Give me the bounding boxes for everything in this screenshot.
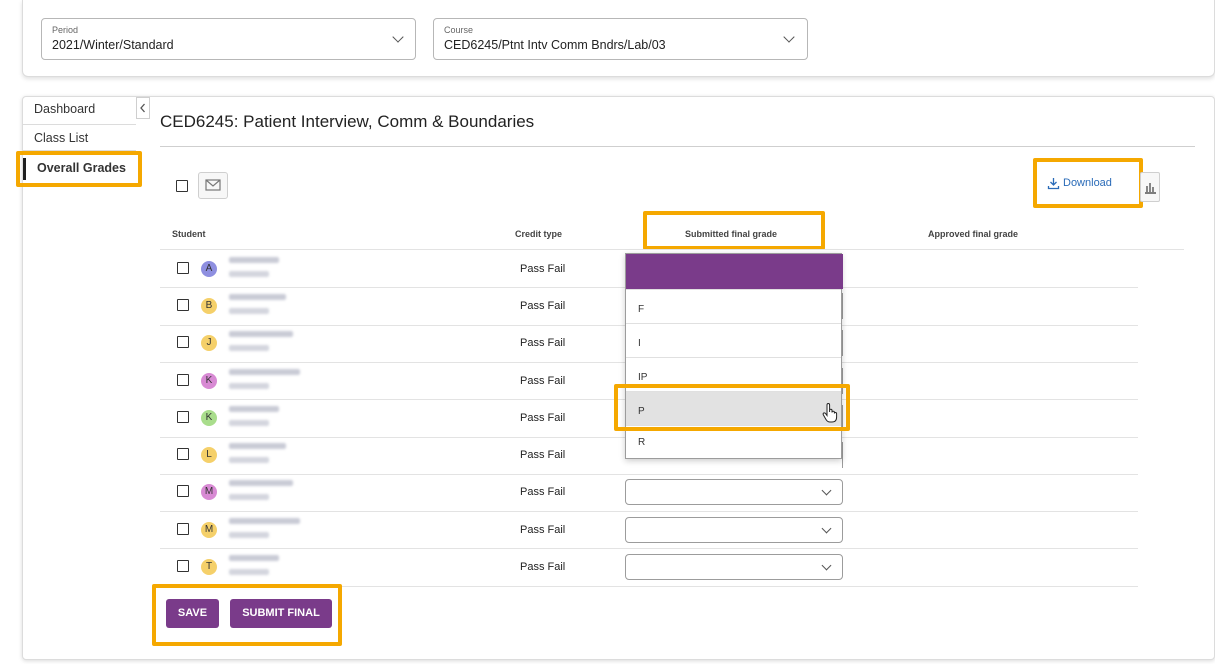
course-value: CED6245/Ptnt Intv Comm Bndrs/Lab/03 [444, 38, 666, 52]
hand-cursor-icon [822, 402, 838, 423]
credit-type-cell: Pass Fail [520, 299, 566, 312]
select-all-checkbox[interactable] [176, 180, 188, 192]
student-name-redacted [229, 555, 279, 562]
header-approved-final-grade: Approved final grade [928, 229, 1019, 239]
row-divider [160, 548, 1138, 550]
submitted-grade-select-edge [842, 292, 843, 319]
credit-type-cell: Pass Fail [520, 374, 566, 387]
credit-type-cell: Pass Fail [520, 411, 566, 424]
student-id-redacted [229, 569, 269, 576]
download-label: Download [1063, 177, 1112, 189]
row-checkbox[interactable] [177, 485, 189, 498]
student-id-redacted [229, 531, 269, 538]
student-name-redacted [229, 256, 279, 263]
submitted-grade-select-edge [842, 442, 843, 469]
bar-chart-icon [1145, 183, 1156, 194]
credit-type-cell: Pass Fail [520, 561, 566, 574]
course-selector-bar: Period 2021/Winter/Standard Course CED62… [22, 0, 1215, 77]
sidebar-item-class-list[interactable]: Class List [34, 131, 88, 145]
credit-type-cell: Pass Fail [520, 523, 566, 536]
submitted-grade-select[interactable] [625, 554, 843, 581]
row-checkbox[interactable] [177, 560, 189, 573]
download-button[interactable]: Download [1040, 165, 1136, 201]
avatar: K [201, 409, 217, 426]
grade-option-i[interactable]: I [626, 323, 841, 357]
sidebar-item-overall-grades[interactable]: Overall Grades [37, 161, 126, 175]
avatar: M [201, 521, 217, 538]
course-label: Course [444, 25, 474, 35]
student-name-redacted [229, 405, 279, 412]
avatar: B [201, 297, 217, 314]
period-select[interactable]: Period 2021/Winter/Standard [41, 18, 416, 60]
student-id-redacted [229, 382, 269, 389]
student-name-redacted [229, 517, 300, 524]
chevron-down-icon [821, 523, 832, 534]
student-id-redacted [229, 307, 269, 314]
chevron-left-icon [140, 103, 145, 113]
chevron-down-icon [783, 31, 795, 43]
student-id-redacted [229, 494, 269, 501]
download-icon [1047, 178, 1060, 190]
credit-type-cell: Pass Fail [520, 262, 566, 275]
divider [23, 124, 136, 125]
submitted-grade-select[interactable] [625, 516, 843, 543]
title-divider [160, 146, 1195, 147]
row-divider [160, 473, 1138, 475]
chevron-down-icon [392, 31, 404, 43]
student-name-redacted [229, 331, 293, 338]
active-indicator [23, 158, 26, 180]
grade-option-f[interactable]: F [626, 289, 841, 323]
submitted-grade-select[interactable] [625, 479, 843, 506]
row-checkbox[interactable] [177, 373, 189, 386]
row-checkbox[interactable] [177, 336, 189, 349]
submit-final-button[interactable]: SUBMIT FINAL [230, 599, 332, 628]
student-id-redacted [229, 419, 269, 426]
header-divider [160, 249, 1184, 250]
email-button[interactable] [198, 172, 228, 199]
avatar: K [201, 372, 217, 389]
avatar: T [201, 559, 217, 576]
period-value: 2021/Winter/Standard [52, 38, 174, 52]
row-checkbox[interactable] [177, 261, 189, 274]
credit-type-cell: Pass Fail [520, 486, 566, 499]
highlight-box [614, 384, 850, 431]
credit-type-cell: Pass Fail [520, 449, 566, 462]
student-name-redacted [229, 293, 286, 300]
row-checkbox[interactable] [177, 448, 189, 461]
avatar: A [201, 260, 217, 277]
row-checkbox[interactable] [177, 522, 189, 535]
course-select[interactable]: Course CED6245/Ptnt Intv Comm Bndrs/Lab/… [433, 18, 808, 60]
row-checkbox[interactable] [177, 298, 189, 311]
header-student: Student [172, 229, 206, 239]
save-button[interactable]: SAVE [166, 599, 219, 628]
statistics-button[interactable] [1140, 172, 1160, 202]
credit-type-cell: Pass Fail [520, 337, 566, 350]
header-submitted-final-grade: Submitted final grade [685, 229, 778, 239]
student-id-redacted [229, 457, 269, 464]
row-divider [160, 511, 1138, 513]
student-id-redacted [229, 270, 269, 277]
student-name-redacted [229, 368, 300, 375]
collapse-sidebar-button[interactable] [136, 97, 150, 119]
period-label: Period [52, 25, 79, 35]
student-name-redacted [229, 443, 286, 450]
student-name-redacted [229, 480, 293, 487]
sidebar-item-dashboard[interactable]: Dashboard [34, 102, 95, 116]
chevron-down-icon [821, 560, 832, 571]
row-checkbox[interactable] [177, 410, 189, 423]
student-id-redacted [229, 345, 269, 352]
header-credit-type: Credit type [515, 229, 563, 239]
submitted-grade-select-edge [842, 330, 843, 357]
page-title: CED6245: Patient Interview, Comm & Bound… [160, 112, 535, 131]
grade-option-empty[interactable] [626, 254, 843, 289]
envelope-icon [205, 179, 221, 191]
chevron-down-icon [821, 485, 832, 496]
